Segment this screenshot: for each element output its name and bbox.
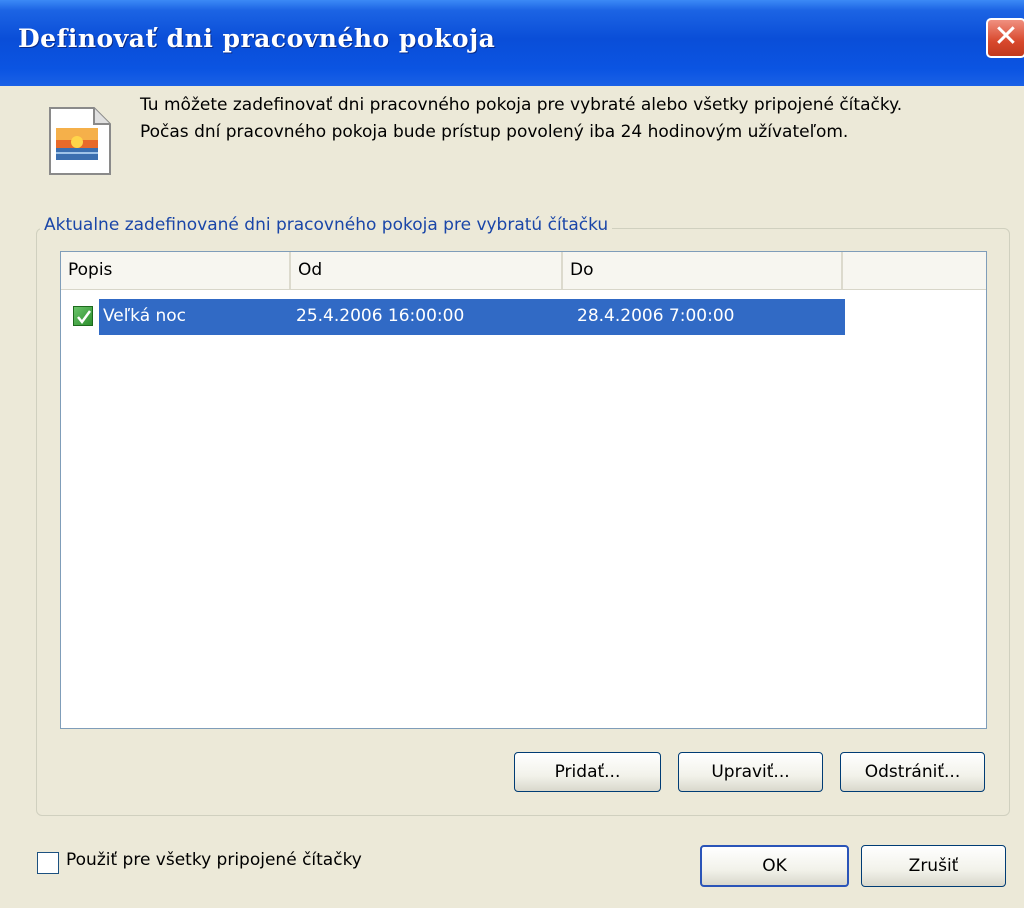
list-header: Popis Od Do xyxy=(61,252,986,290)
description-line-1: Tu môžete zadefinovať dni pracovného pok… xyxy=(140,95,903,115)
description-text: Tu môžete zadefinovať dni pracovného pok… xyxy=(140,92,902,146)
column-header-do[interactable]: Do xyxy=(563,252,843,289)
close-button[interactable]: ✕ xyxy=(986,18,1024,58)
holidays-list[interactable]: Popis Od Do Veľká noc 25.4.2006 16:00:00… xyxy=(60,251,987,729)
cancel-button[interactable]: Zrušiť xyxy=(861,845,1006,887)
column-header-od[interactable]: Od xyxy=(291,252,563,289)
edit-button[interactable]: Upraviť... xyxy=(678,752,823,792)
window-title: Definovať dni pracovného pokoja xyxy=(18,24,496,53)
cell-do: 28.4.2006 7:00:00 xyxy=(577,306,735,326)
cell-od: 25.4.2006 16:00:00 xyxy=(296,306,465,326)
row-checkbox[interactable] xyxy=(73,306,93,326)
checkmark-icon xyxy=(77,310,92,325)
calendar-document-icon xyxy=(44,106,116,176)
table-row[interactable]: Veľká noc 25.4.2006 16:00:00 28.4.2006 7… xyxy=(61,299,845,335)
apply-all-checkbox[interactable] xyxy=(37,852,59,874)
remove-button[interactable]: Odstrániť... xyxy=(840,752,985,792)
group-title: Aktualne zadefinované dni pracovného pok… xyxy=(40,215,613,235)
ok-button[interactable]: OK xyxy=(700,845,849,887)
column-header-popis[interactable]: Popis xyxy=(61,252,291,289)
close-icon: ✕ xyxy=(993,19,1019,54)
add-button[interactable]: Pridať... xyxy=(514,752,661,792)
apply-all-label[interactable]: Použiť pre všetky pripojené čítačky xyxy=(66,850,362,870)
description-line-2: Počas dní pracovného pokoja bude prístup… xyxy=(140,122,849,142)
cell-popis: Veľká noc xyxy=(103,306,187,326)
title-bar[interactable]: Definovať dni pracovného pokoja ✕ xyxy=(0,0,1024,86)
